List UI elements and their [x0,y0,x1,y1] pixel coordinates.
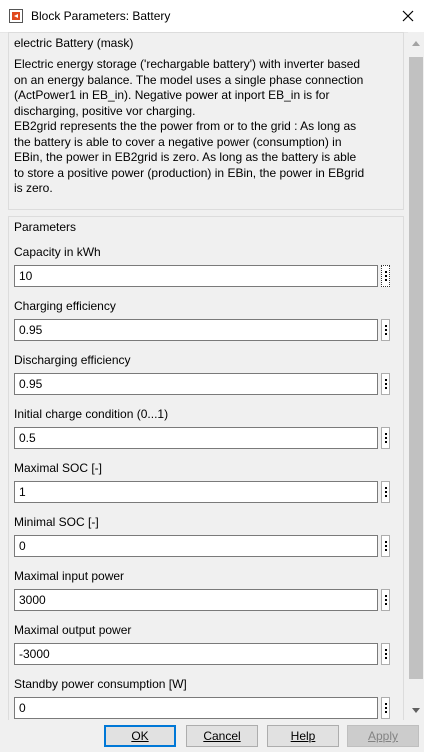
apply-button[interactable]: Apply [347,725,419,747]
mask-description-group: electric Battery (mask) Electric energy … [8,32,404,210]
chevron-up-icon [412,40,420,46]
description-line: Electric energy storage ('rechargable ba… [14,57,361,71]
initial-charge-input[interactable] [14,427,378,449]
close-button[interactable] [392,0,424,32]
description-line: discharging, positive vor charging. [14,103,196,118]
capacity-more-button[interactable] [381,265,390,287]
mask-description: Electric energy storage ('rechargable ba… [14,57,400,197]
minimal-soc-input[interactable] [14,535,378,557]
charging-efficiency-input[interactable] [14,319,378,341]
charging-efficiency-label: Charging efficiency [14,299,116,313]
maximal-output-power-label: Maximal output power [14,623,132,637]
more-options-icon [384,541,387,551]
discharging-efficiency-label: Discharging efficiency [14,353,131,367]
charging-efficiency-more-button[interactable] [381,319,390,341]
maximal-input-power-label: Maximal input power [14,569,125,583]
cancel-button[interactable]: Cancel [186,725,258,747]
simulink-block-icon [9,9,23,23]
minimal-soc-more-button[interactable] [381,535,390,557]
description-line: EB2grid represents the the power from or… [14,119,357,133]
maximal-soc-more-button[interactable] [381,481,390,503]
maximal-input-power-input[interactable] [14,589,378,611]
maximal-input-power-more-button[interactable] [381,589,390,611]
more-options-icon [384,595,387,605]
more-options-icon [384,271,387,281]
more-options-icon [384,379,387,389]
more-options-icon [384,703,387,713]
vertical-scrollbar[interactable] [408,32,424,720]
initial-charge-label: Initial charge condition (0...1) [14,407,169,421]
standby-power-label: Standby power consumption [W] [14,677,187,691]
window-title: Block Parameters: Battery [31,9,171,23]
maximal-output-power-input[interactable] [14,643,378,665]
standby-power-input[interactable] [14,697,378,719]
minimal-soc-label: Minimal SOC [-] [14,515,99,529]
parameters-title: Parameters [14,220,77,234]
more-options-icon [384,487,387,497]
capacity-label: Capacity in kWh [14,245,101,259]
description-line: EBin, the power in EB2grid is zero. As l… [14,150,357,164]
help-button[interactable]: Help [267,725,339,747]
maximal-output-power-more-button[interactable] [381,643,390,665]
title-bar: Block Parameters: Battery [0,0,424,33]
maximal-soc-input[interactable] [14,481,378,503]
scrollbar-thumb[interactable] [409,57,423,679]
scroll-down-button[interactable] [408,702,424,718]
more-options-icon [384,325,387,335]
description-line: the battery is able to cover a negative … [14,134,342,149]
description-line: on an energy balance. The model uses a s… [14,72,364,87]
description-line: to store a positive power (production) i… [14,165,365,180]
mask-title: electric Battery (mask) [14,36,134,50]
more-options-icon [384,433,387,443]
more-options-icon [384,649,387,659]
close-icon [402,10,414,22]
dialog-footer: OK Cancel Help Apply [0,720,424,752]
description-line: (ActPower1 in EB_in). Negative power at … [14,88,330,102]
standby-power-more-button[interactable] [381,697,390,719]
dialog-content: electric Battery (mask) Electric energy … [0,32,408,720]
chevron-down-icon [412,707,420,713]
initial-charge-more-button[interactable] [381,427,390,449]
description-line: is zero. [14,181,53,195]
discharging-efficiency-more-button[interactable] [381,373,390,395]
discharging-efficiency-input[interactable] [14,373,378,395]
scroll-up-button[interactable] [408,35,424,51]
maximal-soc-label: Maximal SOC [-] [14,461,103,475]
ok-button[interactable]: OK [104,725,176,747]
capacity-input[interactable] [14,265,378,287]
